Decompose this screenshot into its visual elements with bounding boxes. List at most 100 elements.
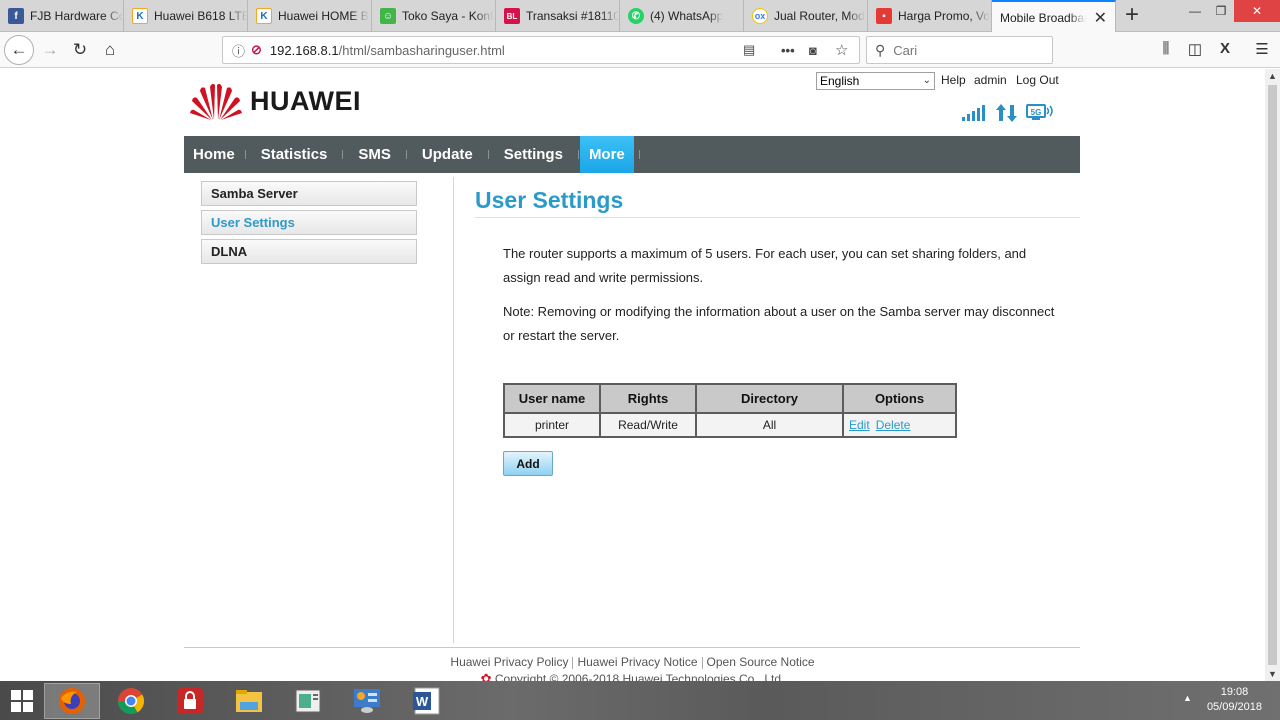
page-title: User Settings bbox=[475, 187, 624, 213]
info-icon[interactable]: ⓘ bbox=[232, 41, 245, 60]
word-icon: W bbox=[413, 687, 440, 715]
tab-title: Jual Router, Mod bbox=[774, 9, 865, 23]
nav-label: Home bbox=[193, 146, 235, 163]
footer-links: Huawei Privacy Policy Huawei Privacy Noti… bbox=[0, 655, 1265, 669]
menu-icon[interactable]: ☰ bbox=[1251, 40, 1273, 58]
open-source-notice-link[interactable]: Open Source Notice bbox=[707, 655, 815, 669]
restore-button[interactable]: ❐ bbox=[1204, 0, 1238, 22]
tab-title: Mobile Broadband bbox=[1000, 10, 1086, 25]
windows-taskbar: W ▲ 19:08 05/09/2018 bbox=[0, 681, 1280, 720]
tab-title: Transaksi #18110 bbox=[526, 9, 619, 23]
nav-separator bbox=[405, 150, 407, 159]
add-user-button[interactable]: Add bbox=[503, 451, 553, 476]
nav-home[interactable]: Home bbox=[184, 136, 244, 173]
nav-statistics[interactable]: Statistics bbox=[247, 136, 342, 173]
reader-view-icon[interactable]: ▤ bbox=[743, 42, 755, 58]
admin-user-link[interactable]: admin bbox=[974, 73, 1007, 87]
logout-link[interactable]: Log Out bbox=[1016, 73, 1059, 87]
language-value: English bbox=[820, 74, 860, 88]
tab-title: Toko Saya - Konf bbox=[402, 9, 494, 23]
taskbar-window-app[interactable] bbox=[280, 683, 336, 719]
browser-tab-active[interactable]: Mobile Broadband ✕ bbox=[992, 0, 1116, 33]
sidebar-item-user-settings[interactable]: User Settings bbox=[201, 210, 417, 235]
start-icon bbox=[11, 690, 33, 712]
pocket-icon[interactable]: ◙ bbox=[809, 43, 817, 58]
vertical-scrollbar[interactable]: ▲ ▼ bbox=[1265, 69, 1280, 681]
taskbar-firefox[interactable] bbox=[44, 683, 100, 719]
svg-text:W: W bbox=[416, 694, 429, 709]
lock-app-icon bbox=[177, 688, 203, 714]
more-actions-icon[interactable]: ••• bbox=[781, 43, 795, 58]
new-tab-button[interactable]: + bbox=[1118, 2, 1146, 28]
title-divider bbox=[475, 217, 1080, 218]
nav-sms[interactable]: SMS bbox=[344, 136, 405, 173]
close-tab-icon[interactable]: ✕ bbox=[1094, 8, 1107, 28]
forward-button[interactable]: → bbox=[36, 36, 64, 64]
bookmark-star-icon[interactable]: ☆ bbox=[835, 41, 848, 59]
privacy-notice-link[interactable]: Huawei Privacy Notice bbox=[577, 655, 697, 669]
kaskus-icon: K bbox=[132, 8, 148, 24]
scroll-down-icon[interactable]: ▼ bbox=[1265, 669, 1280, 679]
taskbar-word[interactable]: W bbox=[398, 683, 454, 719]
chevron-down-icon: ⌄ bbox=[922, 75, 931, 86]
browser-tab[interactable]: ox Jual Router, Mod bbox=[744, 0, 868, 32]
sidebar-item-samba-server[interactable]: Samba Server bbox=[201, 181, 417, 206]
description-text: The router supports a maximum of 5 users… bbox=[503, 246, 1027, 285]
tab-title: FJB Hardware Co bbox=[30, 9, 123, 23]
help-link[interactable]: Help bbox=[941, 73, 966, 87]
url-bar[interactable]: ⓘ ⊘ 192.168.8.1/html/sambasharinguser.ht… bbox=[222, 36, 860, 64]
system-clock[interactable]: 19:08 05/09/2018 bbox=[1207, 685, 1262, 715]
taskbar-file-explorer[interactable] bbox=[221, 683, 277, 719]
nav-separator bbox=[577, 150, 579, 159]
huawei-petal-icon bbox=[190, 83, 242, 120]
reload-button[interactable]: ↻ bbox=[66, 36, 94, 64]
sidebar-item-dlna[interactable]: DLNA bbox=[201, 239, 417, 264]
sidebar-item-label: User Settings bbox=[211, 215, 295, 230]
olx-icon: ox bbox=[752, 8, 768, 24]
cell-rights: Read/Write bbox=[599, 412, 697, 438]
table-row: printer Read/Write All Edit Delete bbox=[503, 412, 957, 438]
search-bar[interactable]: ⚲ Cari bbox=[866, 36, 1053, 64]
scrollbar-thumb[interactable] bbox=[1268, 85, 1277, 665]
column-header-username: User name bbox=[503, 383, 601, 414]
back-button[interactable]: ← bbox=[4, 35, 34, 65]
browser-tab[interactable]: ✆ (4) WhatsApp bbox=[620, 0, 744, 32]
column-header-directory: Directory bbox=[695, 383, 844, 414]
browser-tab[interactable]: ▪ Harga Promo, Vo bbox=[868, 0, 992, 32]
wifi-5g-icon: 5G bbox=[1026, 104, 1053, 120]
extension-x-icon[interactable]: X bbox=[1214, 40, 1236, 57]
nav-settings[interactable]: Settings bbox=[490, 136, 577, 173]
browser-tab[interactable]: K Huawei HOME B bbox=[248, 0, 372, 32]
taskbar-control-panel[interactable] bbox=[339, 683, 395, 719]
main-navigation: Home Statistics SMS Update Settings More bbox=[184, 136, 1080, 173]
browser-tab-strip: f FJB Hardware Co K Huawei B618 LTE K Hu… bbox=[0, 0, 1280, 33]
control-panel-icon bbox=[354, 689, 380, 713]
window-close-button[interactable]: ✕ bbox=[1234, 0, 1280, 22]
browser-tab[interactable]: f FJB Hardware Co bbox=[0, 0, 124, 32]
signal-strength-icon bbox=[962, 105, 985, 121]
nav-label: Statistics bbox=[260, 146, 328, 163]
library-icon[interactable]: ⫼ bbox=[1155, 40, 1177, 57]
browser-tab[interactable]: ☺ Toko Saya - Konf bbox=[372, 0, 496, 32]
language-select[interactable]: English ⌄ bbox=[816, 72, 935, 90]
nav-more[interactable]: More bbox=[579, 136, 634, 173]
scroll-up-icon[interactable]: ▲ bbox=[1265, 71, 1280, 81]
content-divider bbox=[453, 177, 454, 643]
browser-tab[interactable]: K Huawei B618 LTE bbox=[124, 0, 248, 32]
sidebar-toggle-icon[interactable]: ◫ bbox=[1184, 40, 1206, 58]
start-button[interactable] bbox=[0, 683, 44, 719]
taskbar-chrome[interactable] bbox=[103, 683, 159, 719]
show-hidden-icons-button[interactable]: ▲ bbox=[1183, 693, 1192, 703]
nav-update[interactable]: Update bbox=[408, 136, 487, 173]
web-page: HUAWEI English ⌄ Help admin Log Out 5G H… bbox=[0, 69, 1265, 681]
home-button[interactable]: ⌂ bbox=[96, 36, 124, 64]
sidebar-item-label: DLNA bbox=[211, 244, 248, 259]
bukalapak-icon: BL bbox=[504, 8, 520, 24]
taskbar-lock-app[interactable] bbox=[162, 683, 218, 719]
copyright: ✿ Copyright © 2006-2018 Huawei Technolog… bbox=[0, 671, 1265, 681]
delete-link[interactable]: Delete bbox=[876, 418, 911, 432]
wifi-5g-label: 5G bbox=[1031, 108, 1042, 117]
edit-link[interactable]: Edit bbox=[849, 418, 870, 432]
browser-tab[interactable]: BL Transaksi #18110 bbox=[496, 0, 620, 32]
privacy-policy-link[interactable]: Huawei Privacy Policy bbox=[450, 655, 568, 669]
